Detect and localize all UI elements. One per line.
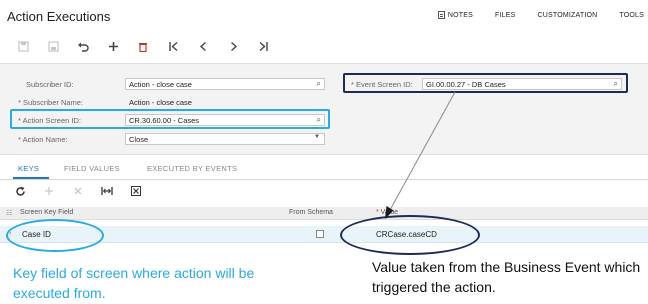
key-field-highlight	[6, 219, 104, 252]
value-note: Value taken from the Business Event whic…	[372, 259, 641, 295]
column-screen-key-field[interactable]: Screen Key Field	[20, 209, 73, 216]
first-icon	[168, 41, 177, 51]
value-highlight	[340, 215, 480, 255]
subscriber-id-field[interactable]: Action - close case ⌕	[125, 78, 325, 90]
undo-icon	[78, 42, 89, 52]
chevron-left-icon	[199, 41, 206, 51]
notes-button[interactable]: NOTES	[437, 11, 474, 19]
tools-label: TOOLS	[619, 11, 644, 19]
search-icon[interactable]: ⌕	[317, 79, 321, 89]
fit-columns-button[interactable]	[99, 184, 115, 198]
fit-width-icon	[101, 187, 113, 195]
refresh-icon	[15, 186, 25, 196]
customization-label: CUSTOMIZATION	[537, 11, 598, 19]
action-screen-highlight	[10, 109, 330, 129]
column-from-schema[interactable]: From Schema	[289, 209, 333, 216]
subscriber-name-label: Subscriber Name:	[18, 98, 83, 107]
notes-label: NOTES	[447, 11, 474, 19]
next-record-button[interactable]	[222, 38, 244, 54]
chevron-right-icon	[230, 41, 237, 51]
plus-icon	[45, 187, 53, 195]
delete-row-button[interactable]	[70, 184, 86, 198]
add-row-button[interactable]	[41, 184, 57, 198]
customization-button[interactable]: CUSTOMIZATION	[537, 11, 597, 19]
action-name-select[interactable]: Close ▼	[125, 133, 325, 145]
save-close-icon	[47, 40, 59, 52]
main-toolbar	[12, 38, 282, 54]
subscriber-id-value: Action - close case	[129, 80, 192, 89]
trash-icon	[139, 42, 147, 52]
undo-button[interactable]	[72, 38, 94, 54]
first-record-button[interactable]	[162, 38, 184, 54]
key-field-note: Key field of screen where action will be…	[13, 265, 255, 301]
files-button[interactable]: FILES	[495, 11, 515, 19]
last-icon	[259, 41, 268, 51]
page-title: Action Executions	[7, 9, 111, 24]
plus-icon	[108, 41, 118, 51]
note-icon	[437, 11, 445, 19]
refresh-button[interactable]	[12, 184, 28, 198]
tab-strip: KEYS FIELD VALUES EXECUTED BY EVENTS	[0, 158, 648, 180]
grid-toolbar	[12, 184, 157, 198]
from-schema-checkbox[interactable]	[316, 230, 324, 238]
grid-header: ☷ Screen Key Field From Schema Value	[0, 207, 648, 220]
action-name-value: Close	[129, 135, 149, 144]
excel-icon	[131, 186, 141, 196]
save-button[interactable]	[12, 38, 34, 54]
action-name-label: Action Name:	[18, 135, 68, 144]
subscriber-id-label: Subscriber ID:	[26, 80, 74, 89]
top-menu: NOTES FILES CUSTOMIZATION TOOLS	[437, 11, 648, 19]
add-button[interactable]	[102, 38, 124, 54]
save-close-button[interactable]	[42, 38, 64, 54]
event-screen-highlight	[343, 73, 628, 93]
tab-field-values[interactable]: FIELD VALUES	[64, 164, 120, 173]
delete-button[interactable]	[132, 38, 154, 54]
tools-button[interactable]: TOOLS	[619, 11, 644, 19]
last-record-button[interactable]	[252, 38, 274, 54]
close-icon	[74, 187, 82, 195]
save-icon	[17, 40, 29, 52]
previous-record-button[interactable]	[192, 38, 214, 54]
grid-header-icon: ☷	[6, 210, 13, 217]
tab-keys[interactable]: KEYS	[18, 164, 39, 173]
files-label: FILES	[495, 11, 516, 19]
export-excel-button[interactable]	[128, 184, 144, 198]
tab-executed-by-events[interactable]: EXECUTED BY EVENTS	[147, 164, 237, 173]
chevron-down-icon: ▼	[314, 134, 320, 140]
subscriber-name-value: Action - close case	[129, 98, 192, 107]
active-tab-indicator	[13, 177, 49, 179]
